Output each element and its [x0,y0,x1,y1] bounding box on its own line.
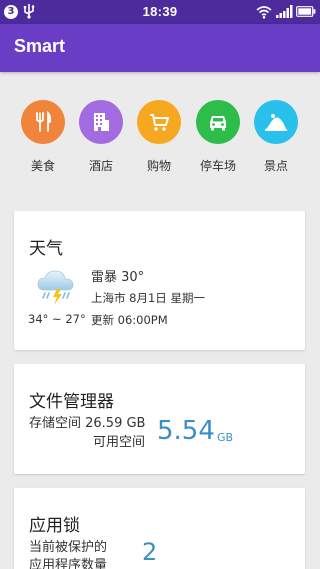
category-shortcuts: 美食 酒店 购物 停车场 景点 [0,100,320,180]
app-lock-card[interactable]: 应用锁 当前被保护的 应用程序数量 2 [14,488,305,569]
app-bar: Smart [0,24,320,72]
wifi-icon [256,6,272,19]
clock: 18:39 [142,4,178,19]
category-label: 景点 [263,159,288,173]
weather-location-date: 上海市 8月1日 星期一 [91,291,205,305]
category-label: 停车场 [199,159,236,173]
file-manager-title: 文件管理器 [29,392,114,412]
car-icon [196,100,240,144]
category-food[interactable]: 美食 [14,100,72,174]
signal-icon [276,5,293,18]
file-manager-card[interactable]: 文件管理器 存储空间 26.59 GB 可用空间 5.54 GB [14,364,305,474]
category-label: 购物 [146,159,171,173]
category-parking[interactable]: 停车场 [189,100,247,174]
weather-updated-time: 更新 06:00PM [91,313,168,327]
protected-apps-label-line1: 当前被保护的 [29,540,108,555]
available-space-value: 5.54 [157,416,215,446]
app-title: Smart [14,36,66,56]
shopping-cart-icon [137,100,181,144]
category-shopping[interactable]: 购物 [130,100,188,174]
available-space-unit: GB [217,431,234,444]
weather-condition: 雷暴 30° [91,270,145,285]
landmark-icon [254,100,298,144]
weather-title: 天气 [29,239,63,259]
thunderstorm-icon [37,270,74,305]
category-label: 酒店 [88,159,113,173]
available-space-label: 可用空间 [93,435,146,450]
building-icon [79,100,123,144]
fork-knife-icon [21,100,65,144]
category-label: 美食 [30,159,55,173]
protected-apps-label-line2: 应用程序数量 [29,558,108,569]
category-attractions[interactable]: 景点 [247,100,305,174]
temperature-range: 34° ~ 27° [28,312,86,326]
storage-total: 存储空间 26.59 GB [29,416,146,431]
status-bar: 3 18:39 [0,0,320,24]
protected-apps-count: 2 [142,538,158,566]
app-lock-title: 应用锁 [29,516,80,536]
weather-card[interactable]: 天气 雷暴 30° 上海市 8月1日 星期一 34° ~ 27° 更新 06:0… [14,211,305,350]
battery-icon [296,6,316,17]
category-hotel[interactable]: 酒店 [72,100,130,174]
